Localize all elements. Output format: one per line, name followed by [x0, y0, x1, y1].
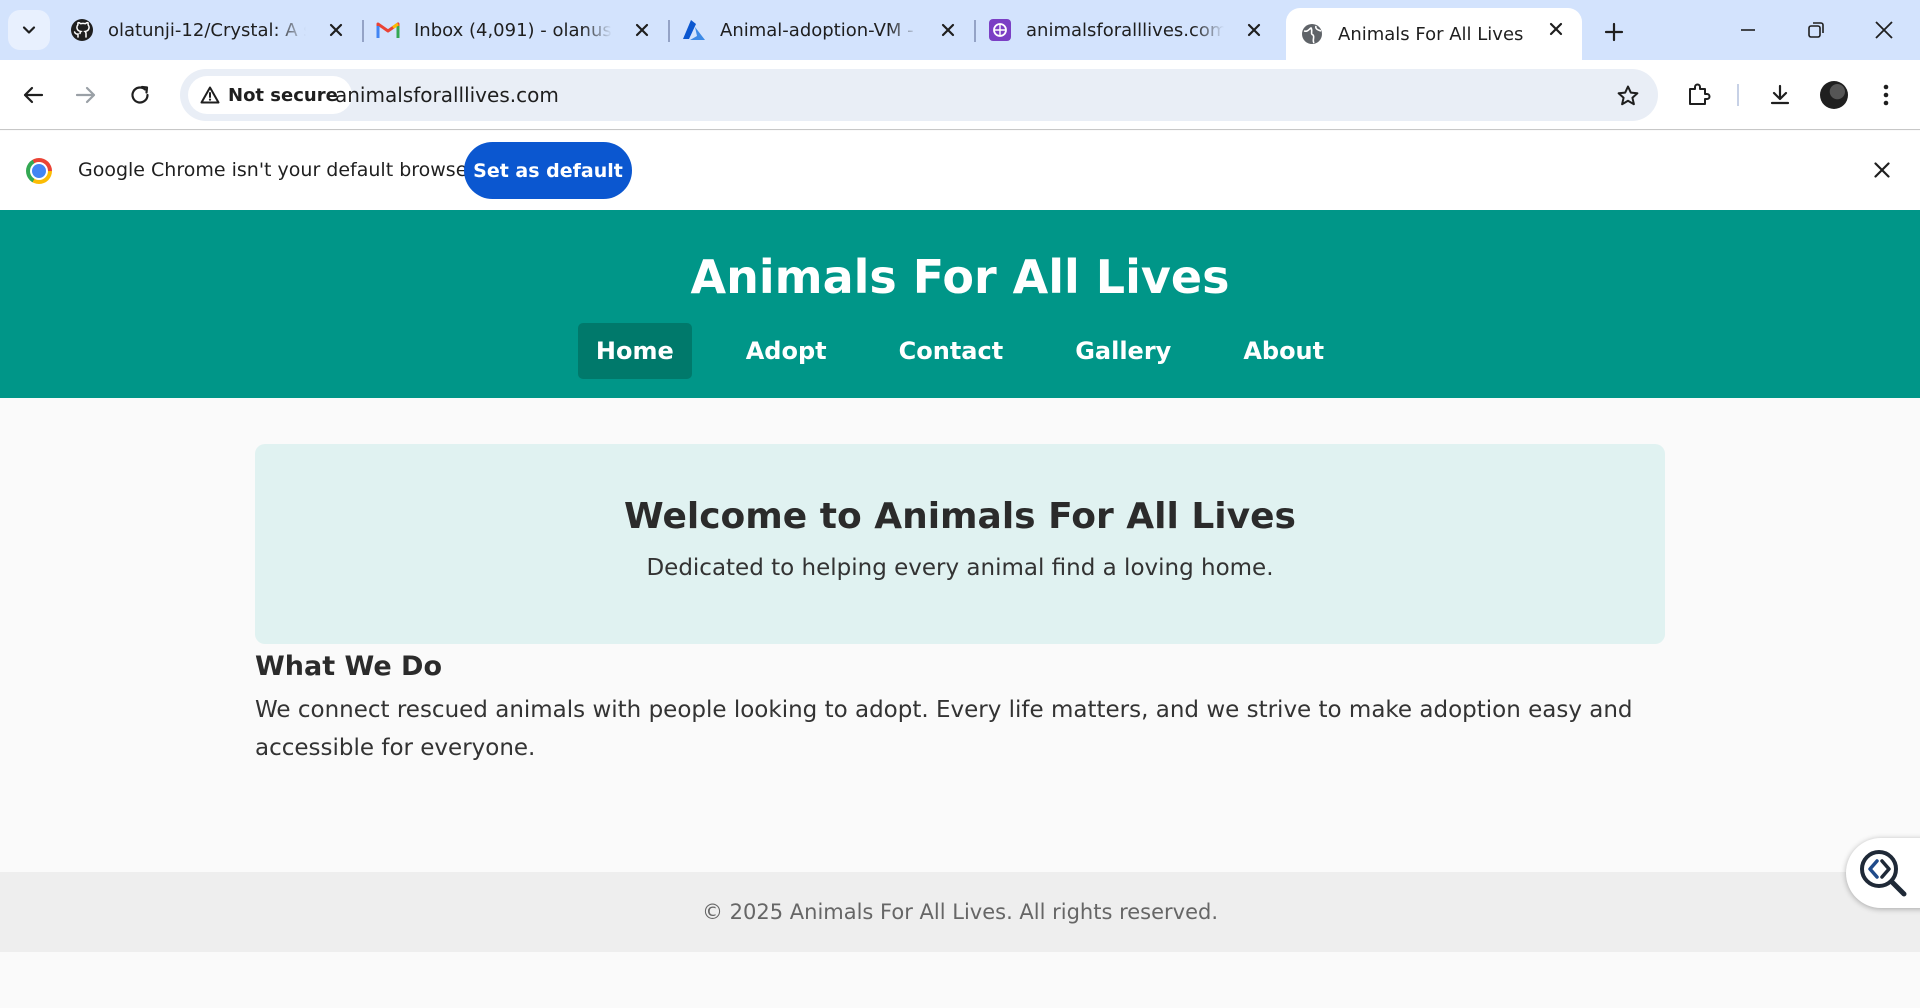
tab-title: Animals For All Lives	[1338, 23, 1524, 45]
tab-github[interactable]: olatunji-12/Crystal: A static w	[56, 9, 362, 51]
browser-toolbar: Not secure animalsforalllives.com	[0, 60, 1920, 130]
forward-button[interactable]	[66, 75, 106, 115]
back-button[interactable]	[13, 75, 53, 115]
nav-link-gallery[interactable]: Gallery	[1057, 323, 1189, 379]
chrome-menu-button[interactable]	[1866, 75, 1906, 115]
tab-animals-for-all-lives[interactable]: Animals For All Lives	[1286, 8, 1582, 60]
download-icon	[1770, 84, 1790, 105]
downloads-button[interactable]	[1760, 75, 1800, 115]
section-text: We connect rescued animals with people l…	[255, 697, 1633, 761]
tab-title: animalsforalllives.com - reso	[1026, 19, 1224, 41]
close-icon	[1875, 21, 1893, 39]
close-icon	[1874, 162, 1890, 178]
nav-link-home[interactable]: Home	[577, 323, 692, 379]
site-title: Animals For All Lives	[690, 250, 1230, 304]
hero-subtitle: Dedicated to helping every animal find a…	[646, 555, 1274, 581]
warning-icon	[200, 86, 220, 104]
site-footer: © 2025 Animals For All Lives. All rights…	[0, 872, 1920, 952]
tab-azure[interactable]: Animal-adoption-VM - Micros	[668, 9, 974, 51]
section-title: What We Do	[255, 651, 443, 682]
azure-icon	[682, 18, 706, 42]
hero-banner: Welcome to Animals For All Lives Dedicat…	[255, 444, 1665, 644]
tab-strip: olatunji-12/Crystal: A static w Inbox (4…	[0, 0, 1920, 60]
dns-zone-icon	[988, 18, 1012, 42]
arrow-right-icon	[75, 86, 96, 104]
restore-button[interactable]	[1792, 10, 1840, 50]
toolbar-divider	[1737, 84, 1739, 106]
tab-gmail[interactable]: Inbox (4,091) - olanus590@g	[362, 9, 668, 51]
default-browser-infobar: Google Chrome isn't your default browser…	[0, 131, 1920, 210]
restore-icon	[1808, 22, 1824, 38]
nav-link-contact[interactable]: Contact	[881, 323, 1022, 379]
set-as-default-button[interactable]: Set as default	[464, 142, 632, 199]
tab-title: olatunji-12/Crystal: A static w	[108, 19, 306, 41]
new-tab-button[interactable]	[1596, 14, 1632, 50]
tab-title: Animal-adoption-VM - Micros	[720, 19, 918, 41]
infobar-close-button[interactable]	[1868, 156, 1896, 184]
reload-button[interactable]	[120, 75, 160, 115]
star-icon	[1617, 85, 1639, 106]
close-icon[interactable]	[936, 18, 960, 42]
extensions-button[interactable]	[1679, 75, 1719, 115]
bookmark-button[interactable]	[1614, 82, 1642, 110]
close-icon[interactable]	[1544, 17, 1568, 41]
close-icon[interactable]	[324, 18, 348, 42]
chrome-logo-icon	[26, 158, 52, 184]
lens-search-icon	[1860, 850, 1907, 897]
nav-link-adopt[interactable]: Adopt	[728, 323, 845, 379]
url-text[interactable]: animalsforalllives.com	[335, 83, 559, 107]
chevron-down-icon	[22, 26, 36, 34]
profile-avatar[interactable]	[1820, 81, 1848, 109]
site-header: Animals For All Lives Home Adopt Contact…	[0, 210, 1920, 398]
nav-link-about[interactable]: About	[1225, 323, 1342, 379]
tab-search-button[interactable]	[8, 10, 50, 50]
globe-icon	[1300, 22, 1324, 46]
tab-dns-zone[interactable]: animalsforalllives.com - reso	[974, 9, 1280, 51]
minimize-icon	[1741, 29, 1755, 31]
reload-icon	[131, 85, 149, 104]
close-icon[interactable]	[1242, 18, 1266, 42]
github-icon	[70, 18, 94, 42]
puzzle-icon	[1689, 83, 1711, 105]
footer-text: © 2025 Animals For All Lives. All rights…	[701, 900, 1219, 924]
tab-title: Inbox (4,091) - olanus590@g	[414, 19, 612, 41]
more-vertical-icon	[1883, 84, 1889, 106]
arrow-left-icon	[23, 86, 44, 104]
address-bar[interactable]: Not secure animalsforalllives.com	[180, 69, 1658, 121]
infobar-message: Google Chrome isn't your default browser	[78, 159, 476, 181]
close-window-button[interactable]	[1860, 10, 1908, 50]
gmail-icon	[376, 18, 400, 42]
search-lens-button[interactable]	[1846, 838, 1920, 908]
plus-icon	[1604, 22, 1624, 42]
minimize-button[interactable]	[1724, 10, 1772, 50]
site-security-chip[interactable]: Not secure	[188, 76, 352, 114]
security-label: Not secure	[228, 84, 338, 106]
site-nav: Home Adopt Contact Gallery About	[0, 323, 1920, 379]
close-icon[interactable]	[630, 18, 654, 42]
hero-title: Welcome to Animals For All Lives	[624, 496, 1296, 537]
